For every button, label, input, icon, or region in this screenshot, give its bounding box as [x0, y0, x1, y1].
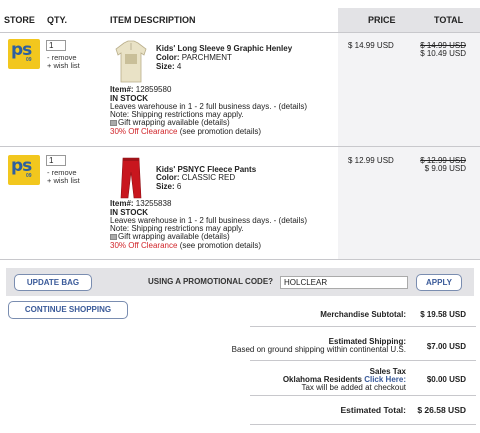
price-column-header: PRICE	[368, 15, 396, 25]
subtotal-label: Merchandise Subtotal:	[320, 310, 406, 319]
tax-note: Tax will be added at checkout	[301, 383, 406, 392]
item-number-label: Item#:	[110, 199, 134, 208]
qty-column-header: QTY.	[47, 15, 68, 25]
color-value: PARCHMENT	[181, 53, 232, 62]
gift-wrap-text: Gift wrapping available (details)	[118, 118, 230, 127]
store-logo: ps 09	[8, 155, 40, 185]
product-color: Color: PARCHMENT	[156, 53, 232, 62]
wishlist-link[interactable]: + wish list	[47, 61, 80, 70]
promo-code-label: USING A PROMOTIONAL CODE?	[148, 277, 274, 286]
shipping-value: $7.00 USD	[426, 342, 466, 351]
subtotal-label-text: Merchandise Subtotal:	[320, 310, 406, 319]
gift-wrap-info[interactable]: Gift wrapping available (details)	[110, 118, 230, 127]
promotion-line: 30% Off Clearance (see promotion details…	[110, 127, 261, 136]
promotion-label: 30% Off Clearance	[110, 241, 178, 250]
store-logo-year: 09	[26, 57, 32, 63]
apply-promo-button[interactable]: APPLY	[416, 274, 462, 291]
item-number: Item#: 12859580	[110, 85, 171, 94]
size-value: 6	[176, 182, 182, 191]
gift-icon	[110, 234, 117, 240]
shipping-subtext: Based on ground shipping within continen…	[231, 345, 406, 354]
store-logo-year: 09	[26, 173, 32, 179]
unit-price: $ 14.99 USD	[348, 41, 394, 50]
description-column-header: ITEM DESCRIPTION	[110, 15, 196, 25]
promotion-details-link[interactable]: (see promotion details)	[180, 241, 261, 250]
quantity-input[interactable]: 1	[46, 40, 66, 51]
summary-divider	[250, 326, 476, 327]
promotion-label: 30% Off Clearance	[110, 127, 178, 136]
size-label: Size:	[156, 182, 175, 191]
product-size: Size: 6	[156, 182, 181, 191]
henley-shirt-image[interactable]	[114, 40, 148, 84]
store-logo: ps 09	[8, 39, 40, 69]
color-label: Color:	[156, 53, 180, 62]
size-value: 4	[176, 62, 182, 71]
summary-divider	[250, 424, 476, 425]
product-size: Size: 4	[156, 62, 181, 71]
gift-icon	[110, 120, 117, 126]
total-column-header: TOTAL	[434, 15, 464, 25]
continue-shopping-button[interactable]: CONTINUE SHOPPING	[8, 301, 128, 319]
item-number-label: Item#:	[110, 85, 134, 94]
summary-divider	[250, 360, 476, 361]
tax-value: $0.00 USD	[426, 375, 466, 384]
item-number-value: 12859580	[135, 85, 172, 94]
sale-total: $ 9.09 USD	[424, 164, 466, 173]
estimated-total-label: Estimated Total:	[341, 405, 407, 415]
row-divider	[0, 259, 480, 260]
store-column-header: STORE	[4, 15, 35, 25]
size-label: Size:	[156, 62, 175, 71]
fleece-pants-image[interactable]	[114, 156, 148, 200]
promotion-line: 30% Off Clearance (see promotion details…	[110, 241, 261, 250]
product-name-link[interactable]: Kids' Long Sleeve 9 Graphic Henley	[156, 44, 292, 53]
cart-table-header: STORE QTY. ITEM DESCRIPTION PRICE TOTAL	[0, 8, 480, 32]
color-label: Color:	[156, 173, 180, 182]
gift-wrap-info[interactable]: Gift wrapping available (details)	[110, 232, 230, 241]
sale-total: $ 10.49 USD	[420, 49, 466, 58]
unit-price: $ 12.99 USD	[348, 156, 394, 165]
promo-code-input[interactable]: HOLCLEAR	[280, 276, 408, 289]
color-value: CLASSIC RED	[181, 173, 236, 182]
wishlist-link[interactable]: + wish list	[47, 176, 80, 185]
summary-divider	[250, 395, 476, 396]
quantity-input[interactable]: 1	[46, 155, 66, 166]
estimated-total-value: $ 26.58 USD	[417, 405, 466, 415]
product-color: Color: CLASSIC RED	[156, 173, 235, 182]
subtotal-value: $ 19.58 USD	[420, 310, 466, 319]
estimated-total-label-text: Estimated Total:	[340, 405, 407, 415]
promotion-details-link[interactable]: (see promotion details)	[180, 127, 261, 136]
item-number: Item#: 13255838	[110, 199, 171, 208]
item-number-value: 13255838	[135, 199, 172, 208]
update-bag-button[interactable]: UPDATE BAG	[14, 274, 92, 291]
gift-wrap-text: Gift wrapping available (details)	[118, 232, 230, 241]
